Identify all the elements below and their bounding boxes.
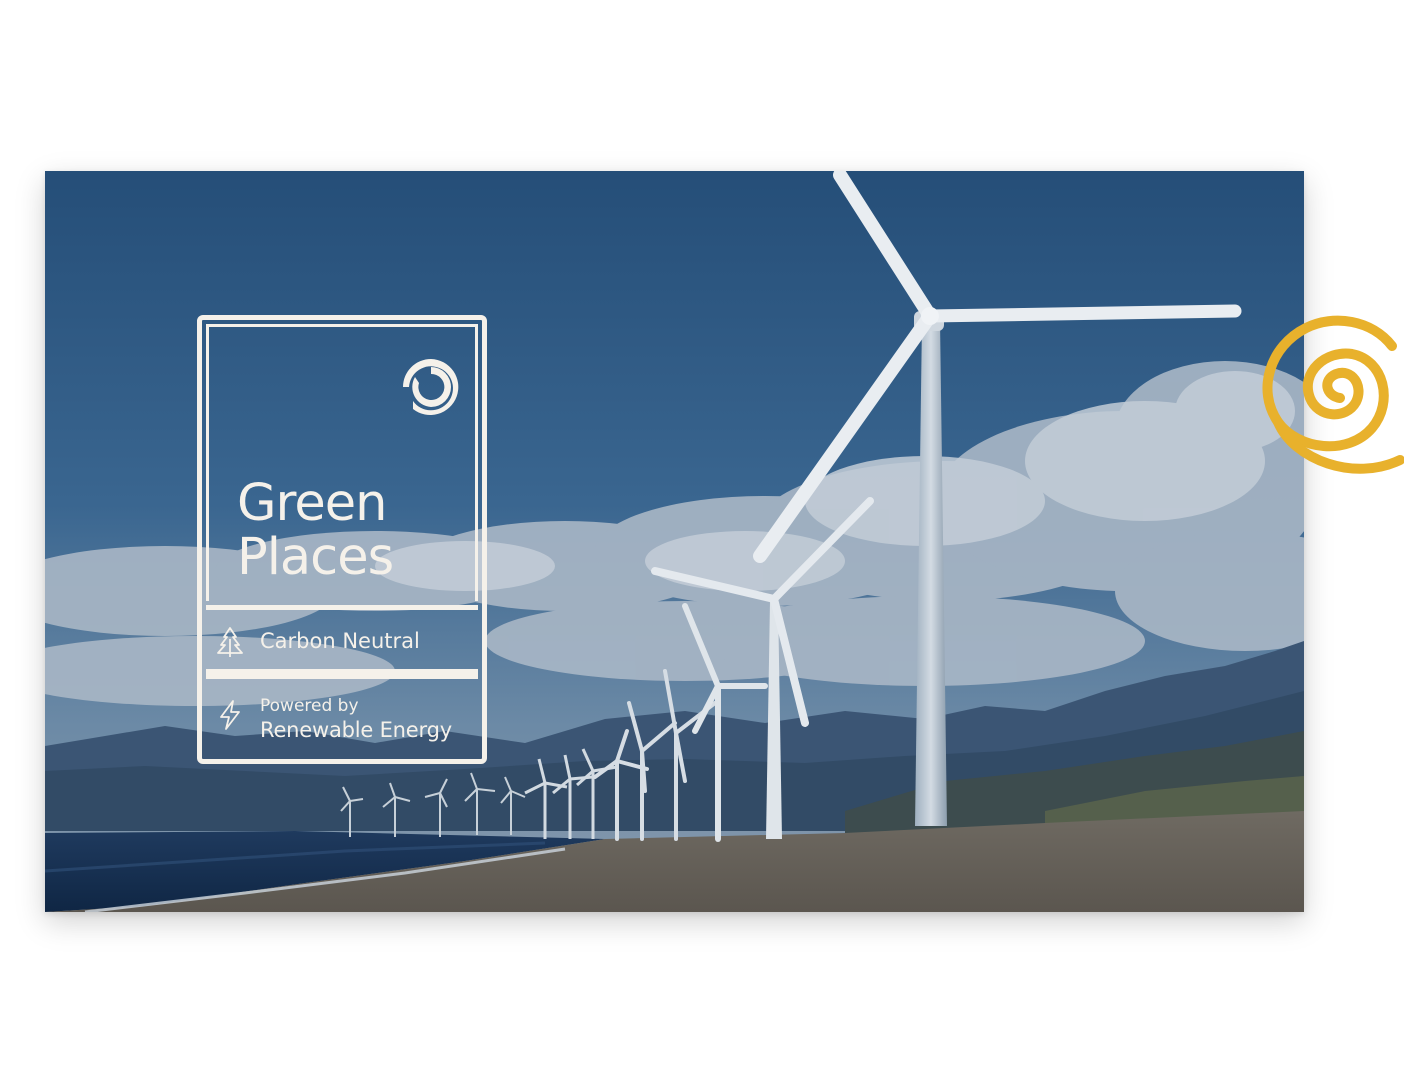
powered-by-label: Powered by [260,696,359,716]
badge-title: Green Places [237,474,394,587]
green-places-logo [403,359,459,415]
green-places-badge: Green Places Carbon Neutral Powered by R… [197,315,487,764]
renewable-energy-label: Renewable Energy [260,718,452,742]
badge-header: Green Places [206,324,478,601]
carbon-neutral-row: Carbon Neutral [206,605,478,674]
renewable-energy-row: Powered by Renewable Energy [206,674,478,760]
hero-image: Green Places Carbon Neutral Powered by R… [45,171,1304,912]
tree-icon [217,627,243,657]
spiral-decoration-icon [1262,315,1404,474]
lightning-bolt-icon [220,700,240,730]
carbon-neutral-label: Carbon Neutral [260,629,420,653]
page: Green Places Carbon Neutral Powered by R… [0,0,1404,1068]
